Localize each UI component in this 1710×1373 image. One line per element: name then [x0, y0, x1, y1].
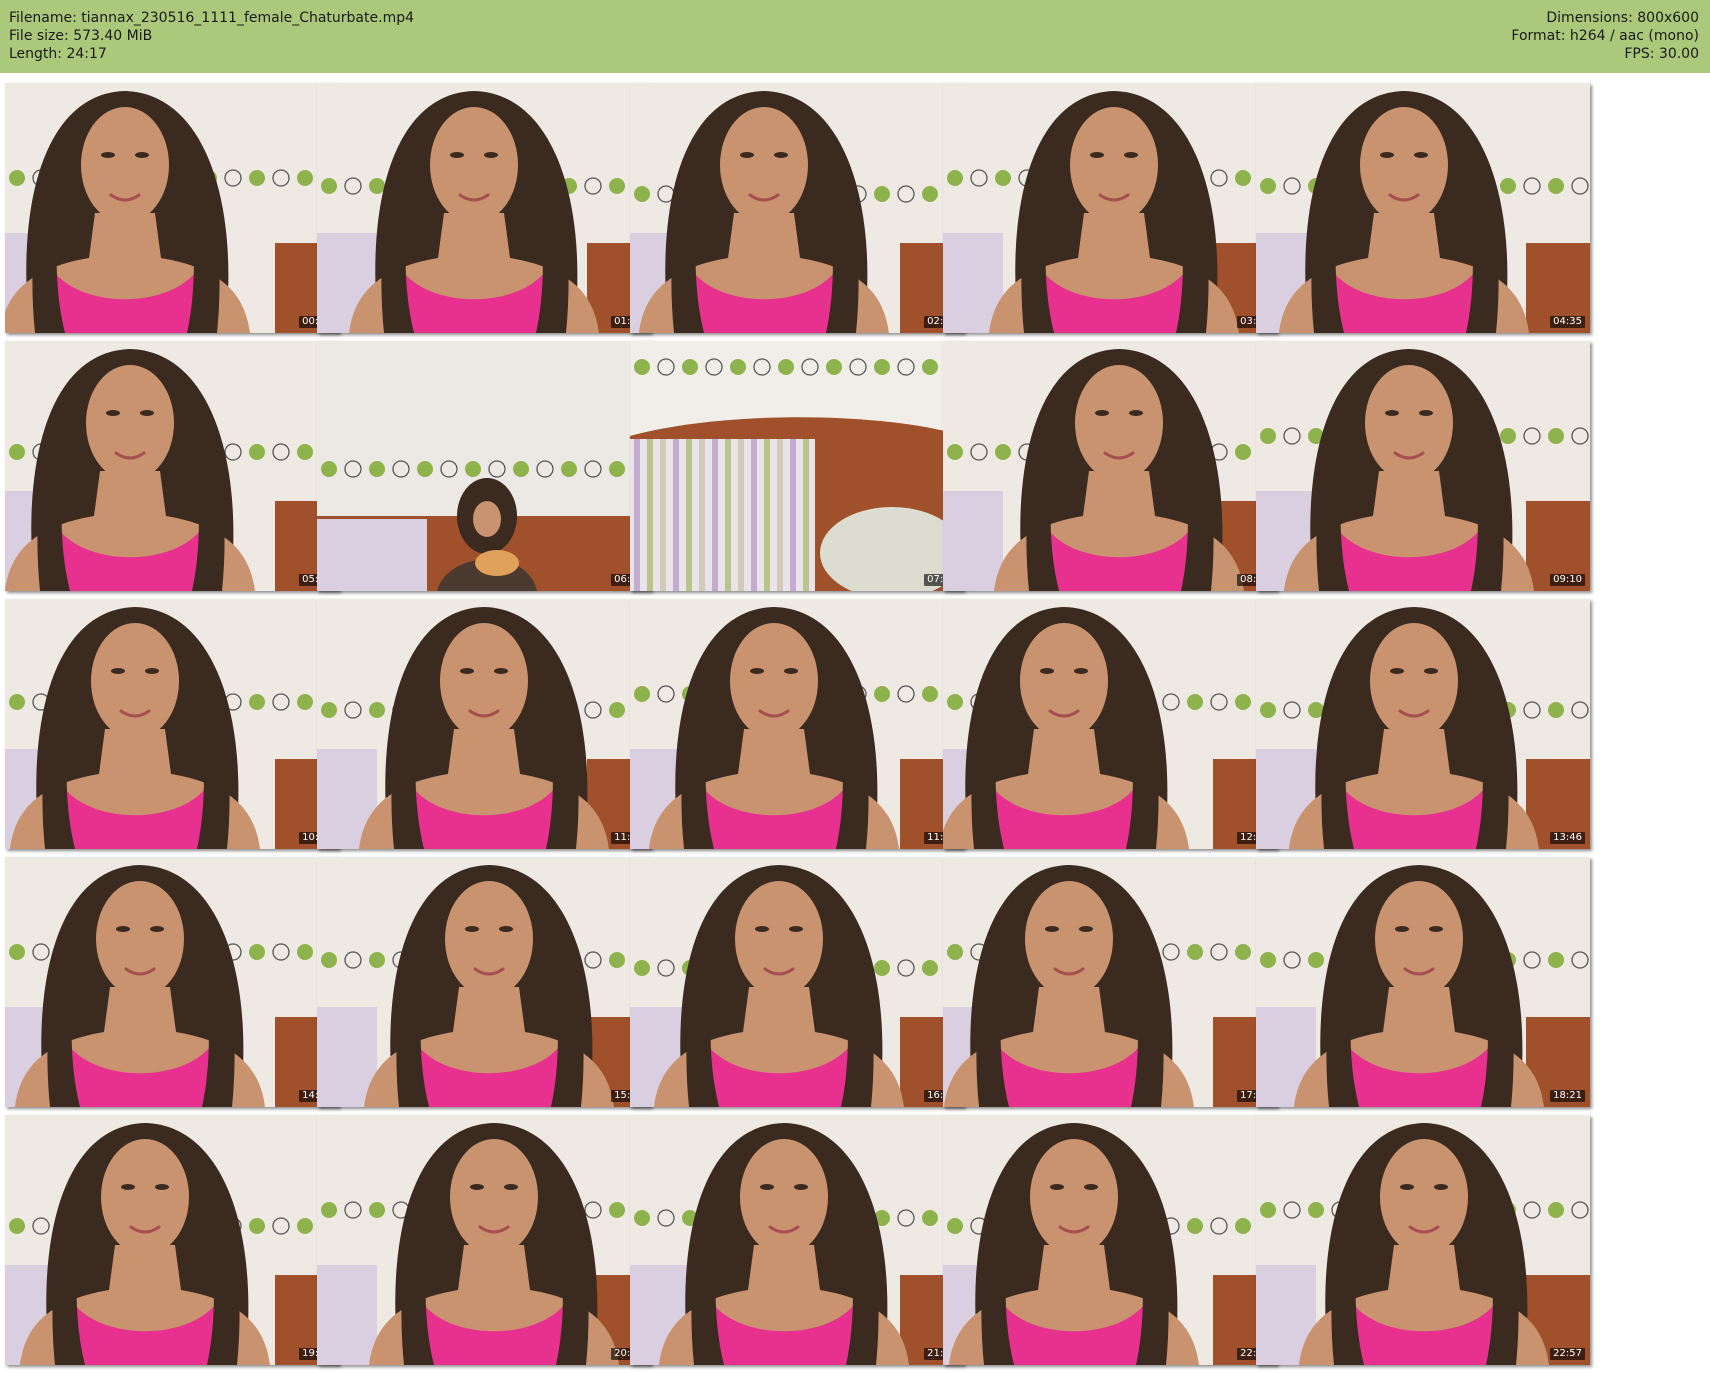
thumbnail: 02:45	[630, 83, 964, 333]
thumbnail-timestamp: 13:46	[1550, 832, 1585, 844]
dimensions-text: Dimensions: 800x600	[1546, 10, 1699, 26]
thumbnail-frame	[317, 857, 651, 1107]
thumbnail: 03:40	[943, 83, 1277, 333]
thumbnail: 18:21	[1256, 857, 1590, 1107]
thumbnail: 00:55	[5, 83, 339, 333]
thumbnail: 13:46	[1256, 599, 1590, 849]
thumbnail: 20:12	[317, 1115, 651, 1365]
thumbnail: 15:36	[317, 857, 651, 1107]
thumbnail-frame	[630, 857, 964, 1107]
filename-text: Filename: tiannax_230516_1111_female_Cha…	[9, 10, 414, 26]
thumbnail: 04:35	[1256, 83, 1590, 333]
thumbnail-frame	[1256, 83, 1590, 333]
fps-text: FPS: 30.00	[1624, 46, 1699, 62]
thumbnail-frame	[317, 83, 651, 333]
thumbnail: 12:51	[943, 599, 1277, 849]
thumbnail: 19:17	[5, 1115, 339, 1365]
thumbnail-frame	[1256, 1115, 1590, 1365]
thumbnail-frame	[317, 1115, 651, 1365]
thumbnail: 22:02	[943, 1115, 1277, 1365]
length-text: Length: 24:17	[9, 46, 107, 62]
thumbnail-frame	[1256, 599, 1590, 849]
thumbnail: 14:41	[5, 857, 339, 1107]
thumbnail-timestamp: 22:57	[1550, 1348, 1585, 1360]
thumbnail-frame	[630, 1115, 964, 1365]
thumbnail-timestamp: 09:10	[1550, 574, 1585, 586]
thumbnail-frame	[317, 341, 651, 591]
thumbnail-frame	[317, 599, 651, 849]
thumbnail-frame	[943, 599, 1277, 849]
thumbnail-frame	[1256, 341, 1590, 591]
thumbnail: 01:50	[317, 83, 651, 333]
thumbnail-frame	[5, 1115, 339, 1365]
thumbnail: 22:57	[1256, 1115, 1590, 1365]
thumbnail-frame	[5, 341, 339, 591]
thumbnail-frame	[5, 599, 339, 849]
thumbnail-frame	[630, 341, 964, 591]
info-header: Filename: tiannax_230516_1111_female_Cha…	[0, 0, 1710, 73]
thumbnail-timestamp: 18:21	[1550, 1090, 1585, 1102]
thumbnail: 05:30	[5, 341, 339, 591]
format-text: Format: h264 / aac (mono)	[1511, 28, 1699, 44]
thumbnail-frame	[943, 83, 1277, 333]
thumbnail: 09:10	[1256, 341, 1590, 591]
thumbnail-frame	[5, 83, 339, 333]
thumbnail: 11:01	[317, 599, 651, 849]
thumbnail-frame	[943, 341, 1277, 591]
thumbnail: 11:56	[630, 599, 964, 849]
video-info: Dimensions: 800x600 Format: h264 / aac (…	[1511, 9, 1699, 63]
thumbnail-frame	[943, 857, 1277, 1107]
thumbnail: 17:26	[943, 857, 1277, 1107]
thumbnail-frame	[943, 1115, 1277, 1365]
thumbnail-frame	[5, 857, 339, 1107]
thumbnail: 16:31	[630, 857, 964, 1107]
thumbnail: 10:06	[5, 599, 339, 849]
thumbnail: 06:25	[317, 341, 651, 591]
thumbnail-frame	[1256, 857, 1590, 1107]
thumbnail: 21:07	[630, 1115, 964, 1365]
thumbnail: 08:15	[943, 341, 1277, 591]
thumbnail-frame	[630, 599, 964, 849]
thumbnail-timestamp: 04:35	[1550, 316, 1585, 328]
thumbnail-grid: 00:5501:5002:4503:40 04:35 05:3006:2507:20…	[5, 83, 1705, 1368]
thumbnail-frame	[630, 83, 964, 333]
filesize-text: File size: 573.40 MiB	[9, 28, 153, 44]
thumbnail: 07:20	[630, 341, 964, 591]
file-info: Filename: tiannax_230516_1111_female_Cha…	[9, 9, 414, 63]
